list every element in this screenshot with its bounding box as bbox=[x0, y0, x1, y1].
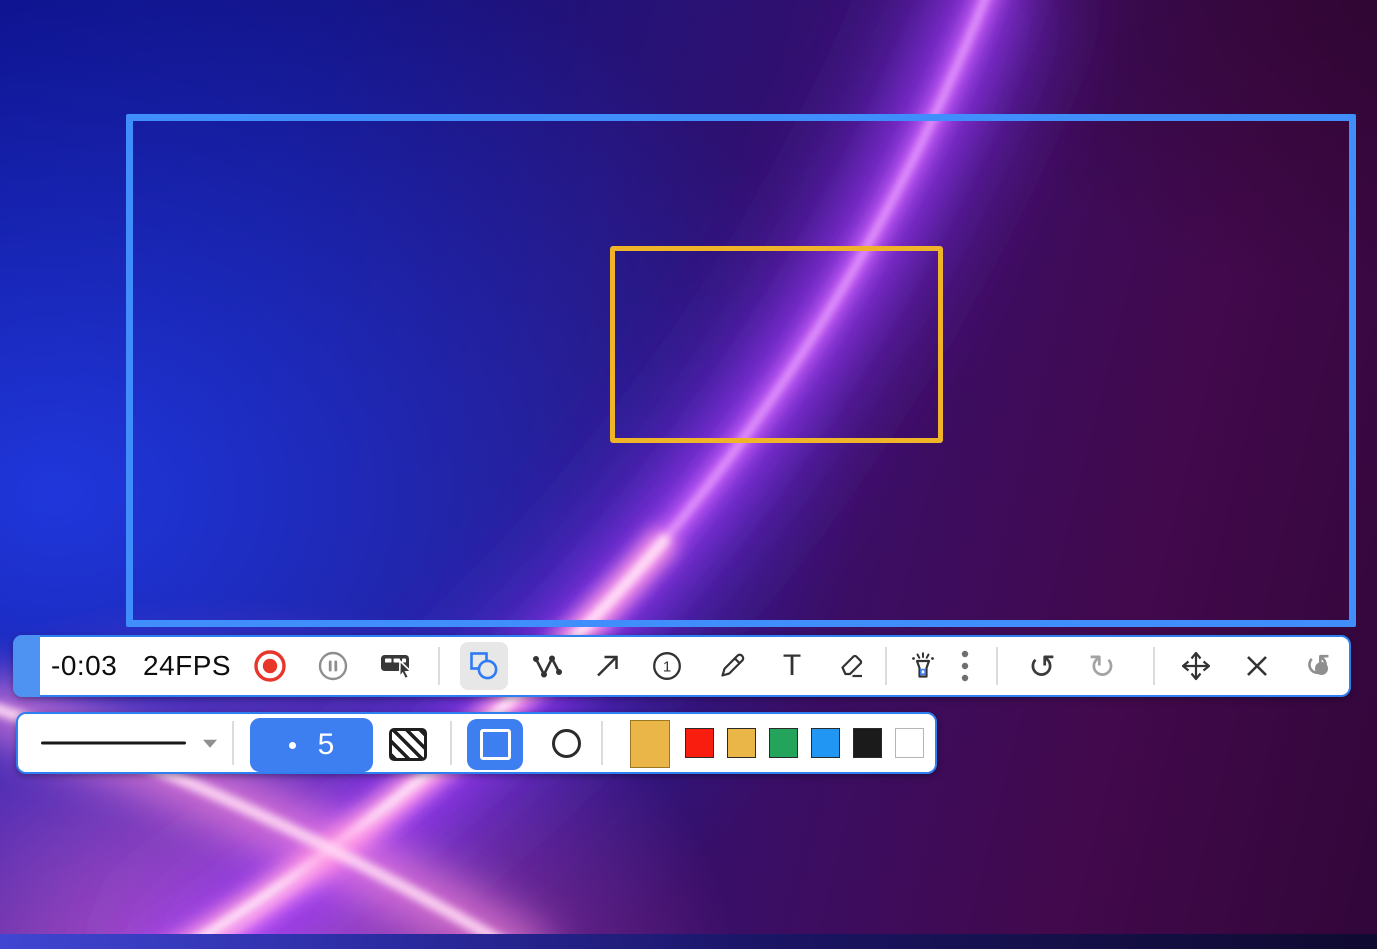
toolbar-divider bbox=[1153, 647, 1155, 685]
move-toolbar-button[interactable] bbox=[1172, 642, 1220, 690]
style-toolbar: 5 bbox=[16, 712, 937, 774]
counter-badge-icon: 1 bbox=[651, 650, 683, 682]
counter-badge-number: 1 bbox=[663, 659, 671, 676]
shape-rectangle-button[interactable] bbox=[467, 719, 523, 770]
toolbar-divider bbox=[232, 721, 234, 765]
palette-color-swatch[interactable] bbox=[727, 728, 756, 758]
fps-label: 24FPS bbox=[143, 650, 231, 682]
cursor-recording-icon bbox=[379, 649, 415, 683]
palette-color-swatch[interactable] bbox=[685, 728, 714, 758]
annotation-rectangle[interactable] bbox=[610, 246, 943, 443]
pause-button[interactable] bbox=[309, 642, 357, 690]
cursor-recording-button[interactable] bbox=[373, 642, 421, 690]
palette-color-swatch[interactable] bbox=[769, 728, 798, 758]
redo-button[interactable]: ↻ bbox=[1078, 642, 1126, 690]
shape-tool-button[interactable] bbox=[460, 642, 508, 690]
toolbar-divider bbox=[885, 647, 887, 685]
spotlight-icon bbox=[907, 651, 939, 681]
recorder-toolbar: -0:03 24FPS bbox=[13, 635, 1351, 697]
move-icon bbox=[1179, 649, 1213, 683]
undo-icon: ↺ bbox=[1028, 650, 1056, 683]
thickness-dot-icon bbox=[289, 742, 296, 749]
close-icon bbox=[1242, 651, 1272, 681]
line-style-dropdown[interactable] bbox=[22, 718, 228, 768]
undo-button[interactable]: ↺ bbox=[1018, 642, 1066, 690]
line-style-sample bbox=[41, 742, 186, 745]
polyline-icon bbox=[531, 650, 564, 682]
text-tool-icon: T bbox=[783, 649, 801, 683]
fill-style-button[interactable] bbox=[389, 728, 427, 761]
wallpaper-floor-strip bbox=[0, 934, 1377, 949]
shape-ellipse-button[interactable] bbox=[544, 721, 588, 765]
shapes-icon bbox=[468, 650, 500, 682]
restart-recording-button[interactable]: ↺ bbox=[1294, 642, 1342, 690]
current-color-swatch[interactable] bbox=[630, 720, 670, 768]
recording-timer: -0:03 bbox=[51, 650, 117, 682]
pencil-icon bbox=[716, 650, 748, 682]
spotlight-tool-button[interactable] bbox=[899, 642, 947, 690]
record-button[interactable] bbox=[246, 642, 294, 690]
polyline-tool-button[interactable] bbox=[523, 642, 571, 690]
toolbar-divider bbox=[438, 647, 440, 685]
toolbar-divider bbox=[996, 647, 998, 685]
palette-color-swatch[interactable] bbox=[895, 728, 924, 758]
text-tool-button[interactable]: T bbox=[768, 642, 816, 690]
pause-icon bbox=[317, 650, 349, 682]
redo-icon: ↻ bbox=[1088, 650, 1116, 683]
ellipse-icon bbox=[552, 729, 581, 758]
toolbar-drag-handle[interactable] bbox=[13, 635, 40, 697]
arrow-icon bbox=[591, 650, 623, 682]
restart-icon: ↺ bbox=[1302, 650, 1334, 682]
palette-color-swatch[interactable] bbox=[811, 728, 840, 758]
palette-color-swatch[interactable] bbox=[853, 728, 882, 758]
toolbar-divider bbox=[450, 721, 452, 765]
record-icon bbox=[252, 648, 288, 684]
thickness-button[interactable]: 5 bbox=[250, 718, 373, 772]
kebab-menu-icon bbox=[959, 649, 971, 683]
counter-tool-button[interactable]: 1 bbox=[643, 642, 691, 690]
more-options-button[interactable] bbox=[941, 642, 989, 690]
close-button[interactable] bbox=[1233, 642, 1281, 690]
chevron-down-icon bbox=[203, 740, 217, 748]
eraser-icon bbox=[835, 650, 867, 682]
eraser-tool-button[interactable] bbox=[827, 642, 875, 690]
toolbar-divider bbox=[601, 721, 603, 765]
pencil-tool-button[interactable] bbox=[708, 642, 756, 690]
rectangle-icon bbox=[480, 729, 511, 760]
arrow-tool-button[interactable] bbox=[583, 642, 631, 690]
thickness-value: 5 bbox=[318, 728, 335, 762]
